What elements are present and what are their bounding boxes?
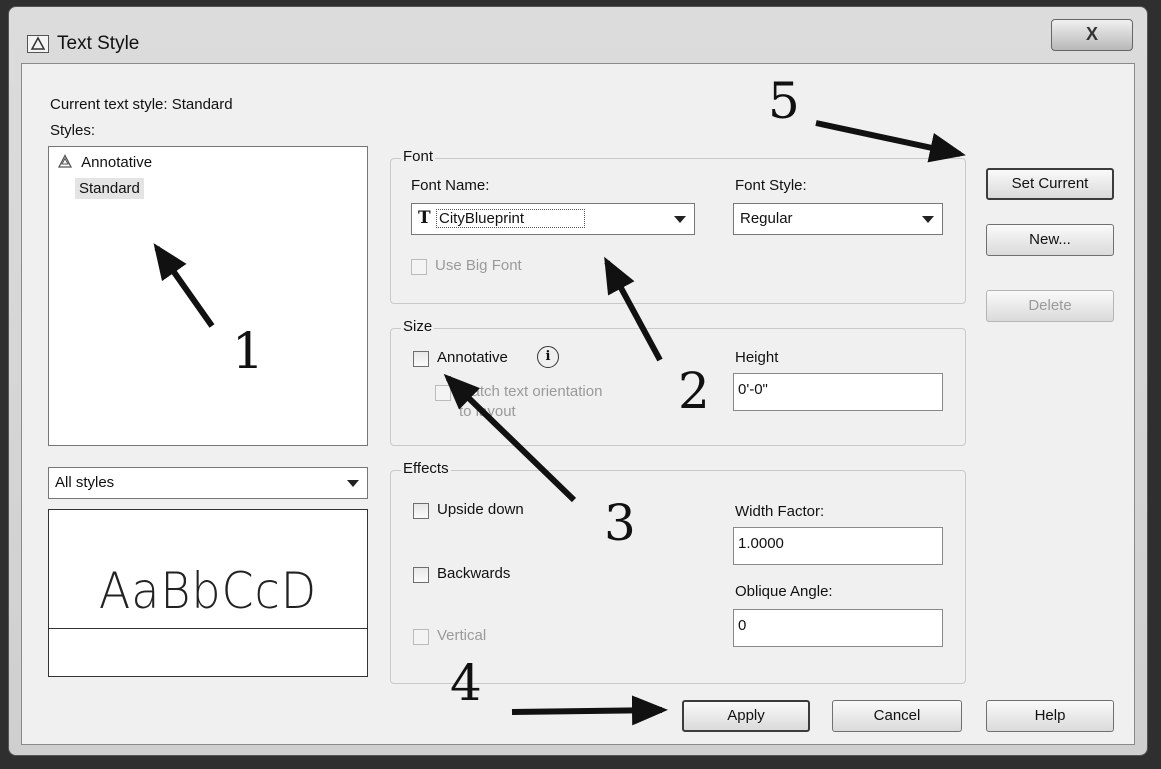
arrow-4 [511, 695, 668, 726]
arrow-1 [153, 243, 215, 328]
annotation-1: 1 [232, 322, 264, 380]
annotation-5: 5 [768, 72, 800, 130]
arrow-5 [815, 120, 966, 163]
annotation-4: 4 [450, 654, 482, 712]
arrow-3 [443, 373, 577, 503]
annotation-2: 2 [678, 362, 710, 420]
annotation-arrows [153, 120, 966, 726]
annotation-3: 3 [604, 494, 636, 552]
arrow-2 [604, 256, 663, 362]
